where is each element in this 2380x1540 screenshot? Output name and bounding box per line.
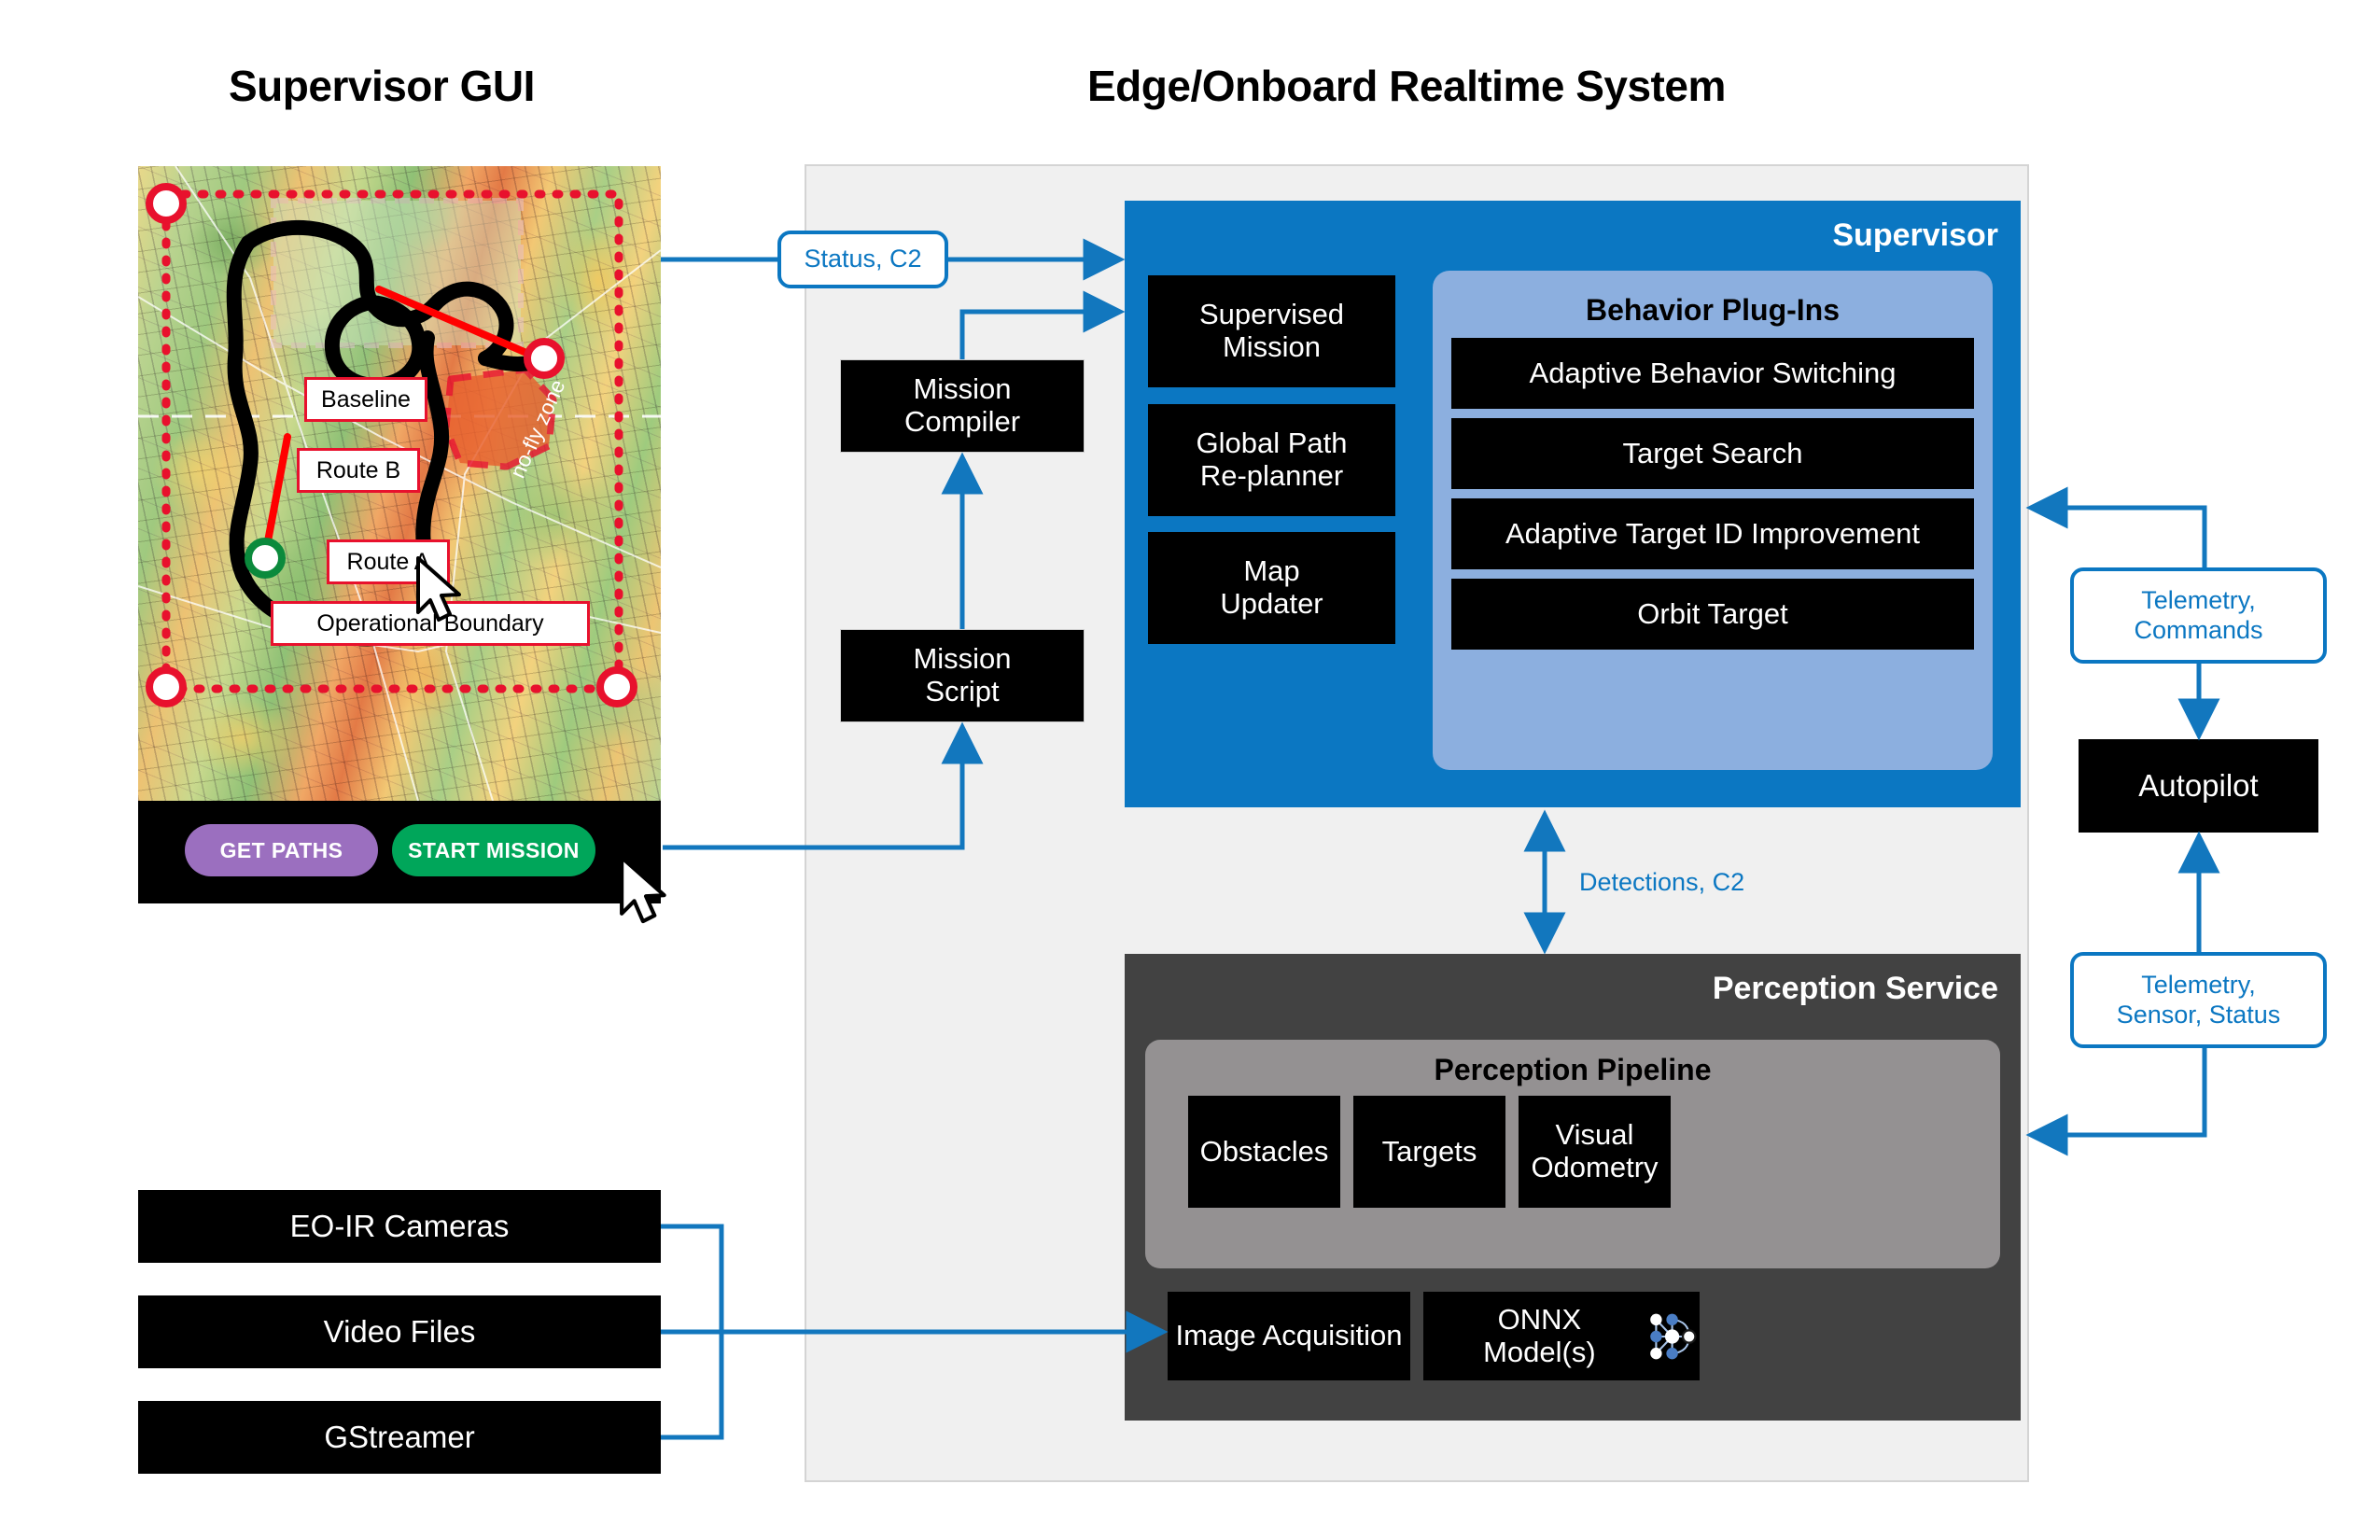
- behavior-plugins-title: Behavior Plug-Ins: [1585, 293, 1841, 327]
- autopilot-box[interactable]: Autopilot: [2079, 739, 2318, 833]
- source-video-files-box[interactable]: Video Files: [138, 1295, 661, 1368]
- source-eo-ir-cameras-box[interactable]: EO-IR Cameras: [138, 1190, 661, 1263]
- supervised-mission-line2: Mission: [1222, 330, 1322, 363]
- onnx-models-label: ONNX Model(s): [1483, 1302, 1596, 1368]
- supervised-mission-box[interactable]: Supervised Mission: [1148, 275, 1395, 387]
- global-path-replanner-line1: Global Path: [1196, 427, 1348, 460]
- pipeline-obstacles-label: Obstacles: [1199, 1134, 1329, 1168]
- supervisor-title: Supervisor: [1832, 217, 1998, 253]
- map-label-baseline[interactable]: Baseline: [304, 377, 427, 422]
- map-updater-line2: Updater: [1220, 587, 1323, 620]
- perception-pipeline-panel: Perception Pipeline Obstacles Targets Vi…: [1145, 1040, 2000, 1268]
- telemetry-commands-line2: Commands: [2134, 615, 2263, 644]
- supervisor-service-box: Supervisor Supervised Mission Global Pat…: [1125, 201, 2021, 807]
- mission-script-line2: Script: [925, 675, 1000, 707]
- flow-label-telemetry-commands: Telemetry, Commands: [2070, 567, 2327, 664]
- global-path-replanner-box[interactable]: Global Path Re-planner: [1148, 404, 1395, 516]
- behavior-plugins-panel: Behavior Plug-Ins Adaptive Behavior Swit…: [1433, 271, 1993, 770]
- mission-compiler-line2: Compiler: [903, 405, 1021, 438]
- mission-compiler-box[interactable]: Mission Compiler: [840, 359, 1085, 453]
- mission-compiler-line1: Mission: [913, 372, 1012, 406]
- perception-pipeline-title: Perception Pipeline: [1434, 1053, 1712, 1086]
- mouse-cursor-icon: [416, 556, 461, 622]
- perception-service-box: Perception Service Perception Pipeline O…: [1125, 954, 2021, 1421]
- pipeline-targets-label: Targets: [1381, 1134, 1477, 1168]
- map-updater-box[interactable]: Map Updater: [1148, 532, 1395, 644]
- telemetry-commands-line1: Telemetry,: [2141, 585, 2256, 614]
- global-path-replanner-line2: Re-planner: [1199, 459, 1344, 492]
- gui-button-bar: GET PATHS START MISSION: [138, 801, 661, 903]
- plugin-orbit-target[interactable]: Orbit Target: [1451, 579, 1974, 650]
- map-label-route-b[interactable]: Route B: [297, 448, 420, 493]
- flow-label-status-c2: Status, C2: [777, 231, 948, 288]
- start-mission-button[interactable]: START MISSION: [392, 824, 595, 876]
- image-acquisition-box[interactable]: Image Acquisition: [1168, 1292, 1410, 1380]
- page-title-supervisor-gui: Supervisor GUI: [229, 62, 535, 110]
- telemetry-sensor-line2: Sensor, Status: [2116, 1000, 2281, 1029]
- flow-label-telemetry-sensor-status: Telemetry, Sensor, Status: [2070, 952, 2327, 1048]
- onnx-models-box[interactable]: ONNX Model(s): [1423, 1292, 1700, 1380]
- get-paths-button[interactable]: GET PATHS: [185, 824, 378, 876]
- pipeline-obstacles-box[interactable]: Obstacles: [1188, 1096, 1340, 1208]
- plugin-adaptive-behavior-switching[interactable]: Adaptive Behavior Switching: [1451, 338, 1974, 409]
- page-title-edge-system: Edge/Onboard Realtime System: [1087, 62, 1726, 110]
- plugin-adaptive-target-id-improvement[interactable]: Adaptive Target ID Improvement: [1451, 498, 1974, 569]
- telemetry-sensor-line1: Telemetry,: [2141, 970, 2256, 999]
- supervisor-gui-panel[interactable]: no-fly zone Baseline Route B Route A Ope…: [138, 166, 661, 903]
- pipeline-visual-odometry-box[interactable]: Visual Odometry: [1519, 1096, 1671, 1208]
- source-gstreamer-box[interactable]: GStreamer: [138, 1401, 661, 1474]
- mouse-cursor-start-mission-icon: [620, 855, 666, 924]
- pipeline-visual-odometry-line2: Odometry: [1531, 1151, 1659, 1183]
- mission-map[interactable]: no-fly zone Baseline Route B Route A Ope…: [138, 166, 661, 801]
- perception-service-title: Perception Service: [1712, 971, 1998, 1006]
- supervised-mission-line1: Supervised: [1198, 298, 1345, 331]
- onnx-network-icon: [1650, 1313, 1697, 1359]
- map-updater-line1: Map: [1243, 554, 1300, 588]
- mission-script-line1: Mission: [913, 642, 1012, 676]
- pipeline-targets-box[interactable]: Targets: [1353, 1096, 1505, 1208]
- flow-label-detections-c2: Detections, C2: [1579, 868, 1745, 896]
- plugin-target-search[interactable]: Target Search: [1451, 418, 1974, 489]
- mission-script-box[interactable]: Mission Script: [840, 629, 1085, 722]
- pipeline-visual-odometry-line1: Visual: [1555, 1118, 1634, 1152]
